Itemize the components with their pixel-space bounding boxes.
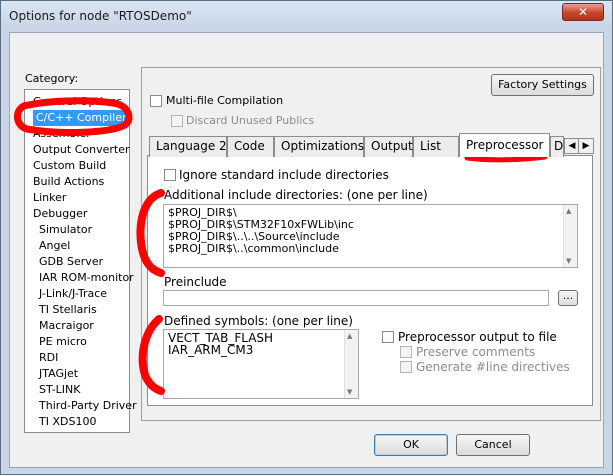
defined-symbol-line: IAR_ARM_CM3 xyxy=(168,343,254,357)
category-label: Category: xyxy=(25,72,79,85)
category-item[interactable]: JTAGjet xyxy=(39,366,78,382)
include-dirs-textarea[interactable]: $PROJ_DIR$\ $PROJ_DIR$\STM32F10xFWLib\in… xyxy=(163,204,578,268)
options-dialog: Options for node "RTOSDemo" ✕ Category: … xyxy=(0,0,613,475)
category-item[interactable]: PE micro xyxy=(39,334,87,350)
cancel-button[interactable]: Cancel xyxy=(456,434,530,456)
window-title: Options for node "RTOSDemo" xyxy=(9,9,192,23)
category-list[interactable]: General Options C/C++ Compiler Assembler Ou… xyxy=(24,89,137,433)
close-button[interactable]: ✕ xyxy=(562,3,604,21)
category-item[interactable]: Simulator xyxy=(39,222,92,238)
include-dirs-scrollbar[interactable]: ▲ ▼ xyxy=(563,205,577,267)
generate-line-checkbox[interactable] xyxy=(400,361,412,373)
category-item[interactable]: ST-LINK xyxy=(39,382,80,398)
tab-output[interactable]: Output xyxy=(364,136,413,157)
tab-code[interactable]: Code xyxy=(227,136,274,157)
multifile-compilation-checkbox[interactable] xyxy=(150,95,162,107)
tab-list[interactable]: List xyxy=(413,136,459,157)
defined-symbols-scrollbar[interactable]: ▲ ▼ xyxy=(344,330,358,398)
ignore-standard-include-checkbox[interactable] xyxy=(164,169,176,181)
discard-unused-label: Discard Unused Publics xyxy=(186,114,315,127)
category-item[interactable]: Build Actions xyxy=(33,174,104,190)
category-item[interactable]: Macraigor xyxy=(39,318,94,334)
preinclude-label: Preinclude xyxy=(164,275,227,289)
discard-unused-checkbox[interactable] xyxy=(171,115,183,127)
multifile-compilation-label: Multi-file Compilation xyxy=(166,94,284,107)
include-dir-line: $PROJ_DIR$\..\common\include xyxy=(168,242,339,255)
category-item[interactable]: IAR ROM-monitor xyxy=(39,270,134,286)
tab-preprocessor[interactable]: Preprocessor xyxy=(459,133,550,157)
title-bar[interactable]: Options for node "RTOSDemo" ✕ xyxy=(1,1,612,31)
category-item[interactable]: J-Link/J-Trace xyxy=(39,286,107,302)
scroll-down-icon[interactable]: ▼ xyxy=(566,257,571,265)
category-item[interactable]: GDB Server xyxy=(39,254,103,270)
preprocessor-output-checkbox[interactable] xyxy=(382,331,394,343)
tab-optimizations[interactable]: Optimizations xyxy=(274,136,364,157)
defined-symbols-textarea[interactable]: VECT_TAB_FLASH IAR_ARM_CM3 ▲ ▼ xyxy=(163,329,359,399)
category-item[interactable]: Angel xyxy=(39,238,70,254)
category-item[interactable]: Assembler xyxy=(33,126,91,142)
scroll-up-icon[interactable]: ▲ xyxy=(566,207,571,215)
preserve-comments-label: Preserve comments xyxy=(416,345,536,359)
preinclude-browse-button[interactable]: ... xyxy=(558,290,578,306)
category-item[interactable]: TI XDS100 xyxy=(39,414,96,430)
generate-line-label: Generate #line directives xyxy=(416,360,570,374)
category-item[interactable]: C/C++ Compiler xyxy=(33,110,130,126)
scroll-down-icon[interactable]: ▼ xyxy=(347,388,352,396)
factory-settings-button[interactable]: Factory Settings xyxy=(491,74,594,96)
ok-button[interactable]: OK xyxy=(374,434,448,456)
category-item[interactable]: Debugger xyxy=(33,206,87,222)
category-item[interactable]: Custom Build xyxy=(33,158,106,174)
category-item[interactable]: Linker xyxy=(33,190,66,206)
category-item[interactable]: RDI xyxy=(39,350,58,366)
tab-scroll-right-icon[interactable]: ▶ xyxy=(578,138,594,154)
category-item[interactable]: TI Stellaris xyxy=(39,302,97,318)
preserve-comments-checkbox[interactable] xyxy=(400,346,412,358)
defined-symbols-label: Defined symbols: (one per line) xyxy=(164,314,353,328)
category-item[interactable]: Third-Party Driver xyxy=(39,398,137,414)
preprocessor-output-label: Preprocessor output to file xyxy=(398,330,557,344)
ignore-standard-include-label: Ignore standard include directories xyxy=(179,168,389,182)
include-dirs-label: Additional include directories: (one per… xyxy=(164,188,428,202)
category-item[interactable]: Output Converter xyxy=(33,142,130,158)
category-item[interactable]: General Options xyxy=(33,94,122,110)
tab-language-2[interactable]: Language 2 xyxy=(149,136,227,157)
tab-d[interactable]: D xyxy=(550,136,564,157)
scroll-up-icon[interactable]: ▲ xyxy=(347,332,352,340)
preinclude-input[interactable] xyxy=(163,290,549,306)
